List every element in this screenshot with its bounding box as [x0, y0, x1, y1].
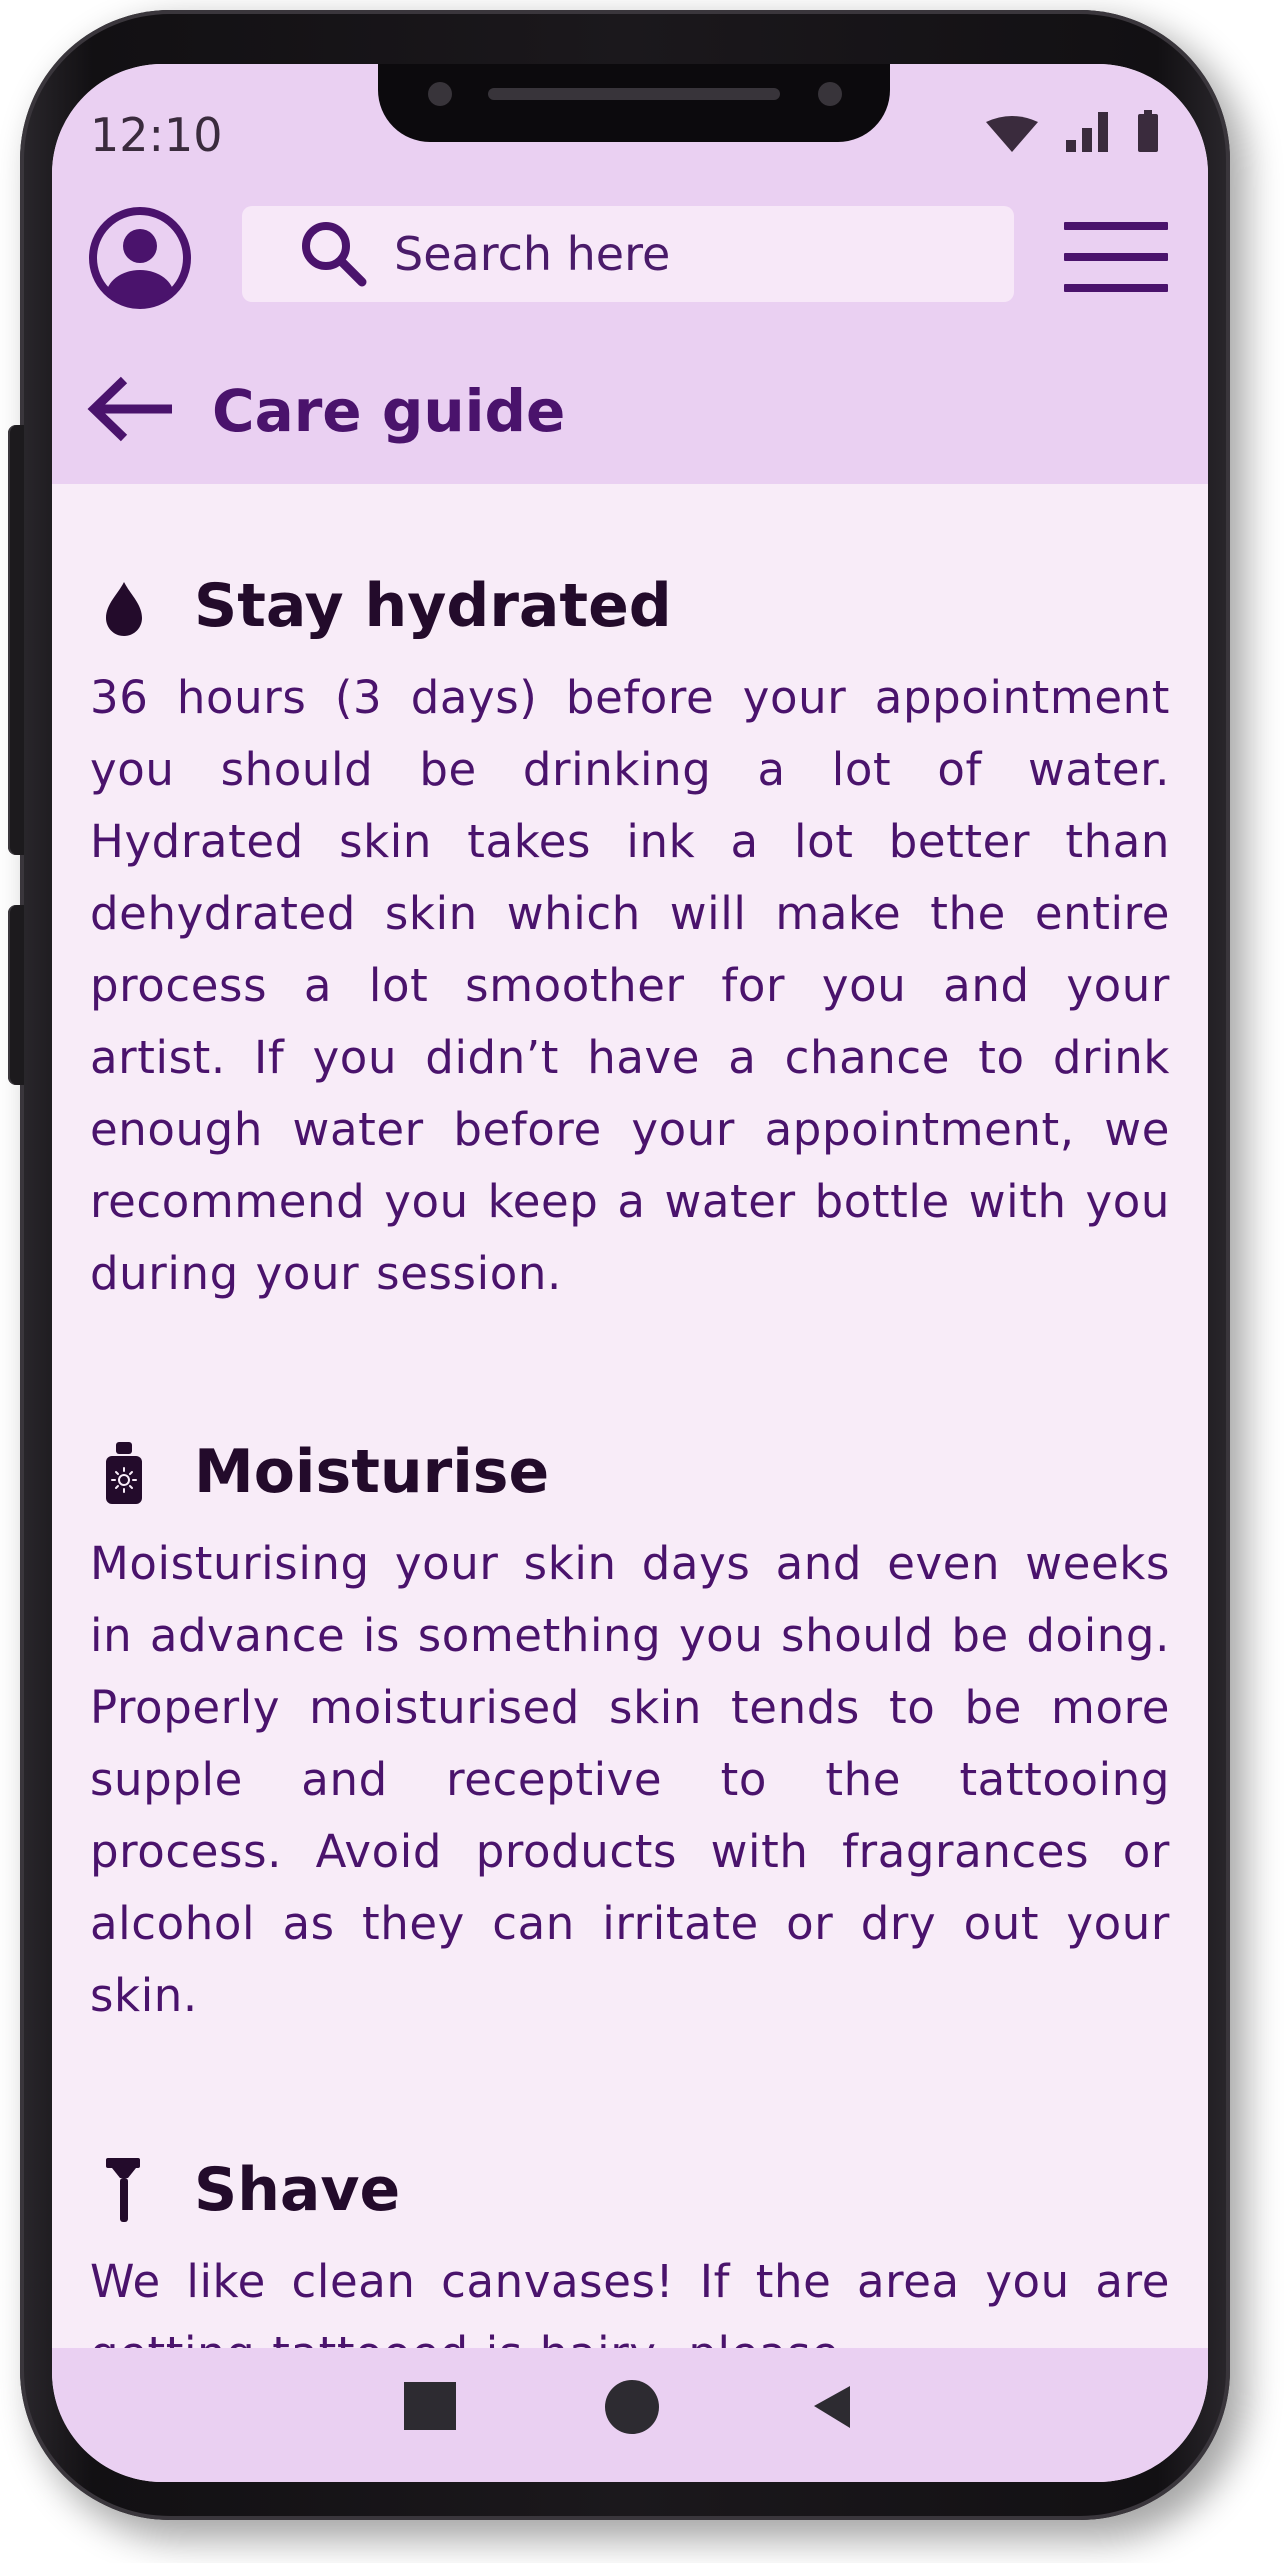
section-shave: Shave We like clean canvases! If the are…: [90, 2150, 1170, 2348]
page-title: Care guide: [212, 377, 566, 445]
section-title: Stay hydrated: [194, 571, 672, 641]
home-button[interactable]: [572, 2348, 692, 2468]
section-title: Shave: [194, 2155, 401, 2225]
system-navigation-bar: [52, 2348, 1208, 2482]
proximity-sensor: [818, 82, 842, 106]
section-header: Moisturise: [90, 1432, 1170, 1512]
arrow-left-icon: [87, 376, 172, 442]
back-button[interactable]: [86, 376, 176, 442]
lotion-bottle-icon: [106, 1442, 142, 1504]
circle-home-icon: [605, 2380, 659, 2434]
wifi-icon: [986, 116, 1038, 156]
section-moisturise: Moisturise Moisturising your skin days a…: [90, 1432, 1170, 2032]
section-header: Shave: [90, 2150, 1170, 2230]
triangle-back-icon: [814, 2386, 850, 2428]
phone-volume-button: [8, 425, 24, 855]
account-circle-icon: [89, 207, 191, 309]
signal-icon: [1066, 112, 1110, 156]
section-header: Stay hydrated: [90, 566, 1170, 646]
water-drop-icon: [106, 582, 142, 636]
section-body: We like clean canvases! If the area you …: [90, 2255, 1170, 2348]
search-input[interactable]: [394, 227, 954, 281]
search-icon: [302, 222, 367, 287]
section-body: 36 hours (3 days) before your appointmen…: [90, 671, 1170, 1300]
front-camera: [428, 82, 452, 106]
section-title: Moisturise: [194, 1437, 550, 1507]
menu-bar-line: [1064, 222, 1168, 230]
razor-icon: [106, 2158, 140, 2222]
square-recents-icon: [404, 2382, 456, 2430]
recents-button[interactable]: [370, 2348, 490, 2468]
status-time: 12:10: [90, 108, 223, 162]
section-stay-hydrated: Stay hydrated 36 hours (3 days) before y…: [90, 566, 1170, 1310]
phone-power-button: [8, 905, 24, 1085]
menu-bar-line: [1064, 253, 1168, 261]
search-bar[interactable]: [242, 206, 1014, 302]
care-guide-content[interactable]: Stay hydrated 36 hours (3 days) before y…: [52, 484, 1208, 2348]
battery-icon: [1138, 110, 1158, 156]
profile-avatar-button[interactable]: [88, 206, 192, 310]
status-icons: [986, 110, 1158, 156]
phone-notch: [378, 64, 890, 142]
menu-bar-line: [1064, 284, 1168, 292]
back-nav-button[interactable]: [770, 2348, 890, 2468]
hamburger-menu-icon[interactable]: [1064, 222, 1168, 292]
phone-screen: 12:10 Search here Care guide Stay hydrat…: [52, 64, 1208, 2482]
section-body: Moisturising your skin days and even wee…: [90, 1537, 1170, 2022]
earpiece-speaker: [488, 88, 780, 100]
